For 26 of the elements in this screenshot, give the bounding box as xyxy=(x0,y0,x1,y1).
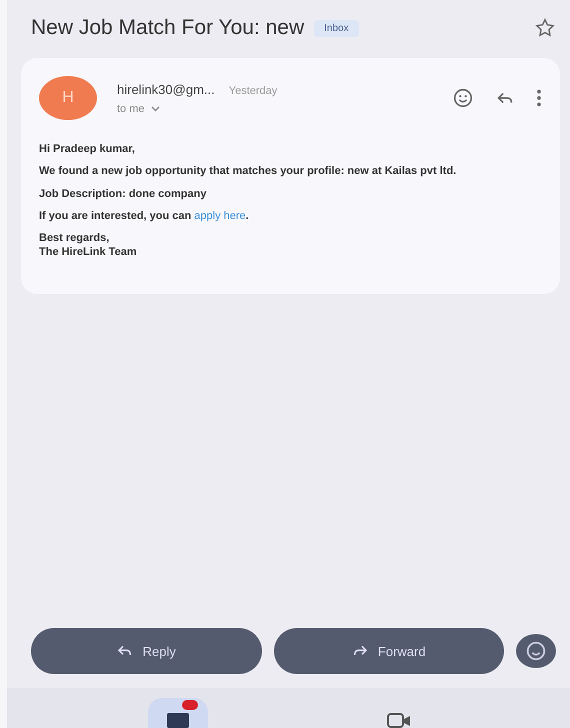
body-paragraph: Hi Pradeep kumar, xyxy=(39,142,136,156)
forward-icon xyxy=(352,644,368,658)
video-icon xyxy=(386,712,412,728)
apply-link[interactable]: apply here xyxy=(194,210,246,222)
star-icon[interactable] xyxy=(534,17,556,39)
body-paragraph: We found a new job opportunity that matches your profile: new at Kailas pvt ltd. xyxy=(39,164,458,179)
unread-badge xyxy=(182,700,198,710)
email-subject: New Job Match For You: new xyxy=(31,16,304,40)
inbox-label[interactable]: Inbox xyxy=(314,20,359,36)
nav-tab[interactable] xyxy=(148,698,208,728)
action-button[interactable]: Reply xyxy=(31,628,262,674)
recipient-toggle[interactable]: to me xyxy=(117,102,145,114)
body-paragraph: Job Description: done company xyxy=(39,186,208,201)
reply-icon xyxy=(116,644,133,658)
more-icon[interactable] xyxy=(536,87,542,109)
emoji-icon[interactable] xyxy=(452,87,474,109)
mail-icon xyxy=(166,712,190,728)
action-button[interactable]: Forward xyxy=(274,628,504,674)
body-paragraph: Best regards, The HireLink Team xyxy=(39,231,138,260)
sender-avatar: H xyxy=(39,76,97,120)
emoji-icon xyxy=(525,640,547,662)
caret-icon[interactable] xyxy=(150,106,160,112)
sender-address: hirelink30@gm... xyxy=(117,82,215,96)
body-paragraph: If you are interested, you can apply here. xyxy=(39,208,250,224)
message-time: Yesterday xyxy=(228,84,278,96)
emoji-button[interactable] xyxy=(516,634,556,668)
